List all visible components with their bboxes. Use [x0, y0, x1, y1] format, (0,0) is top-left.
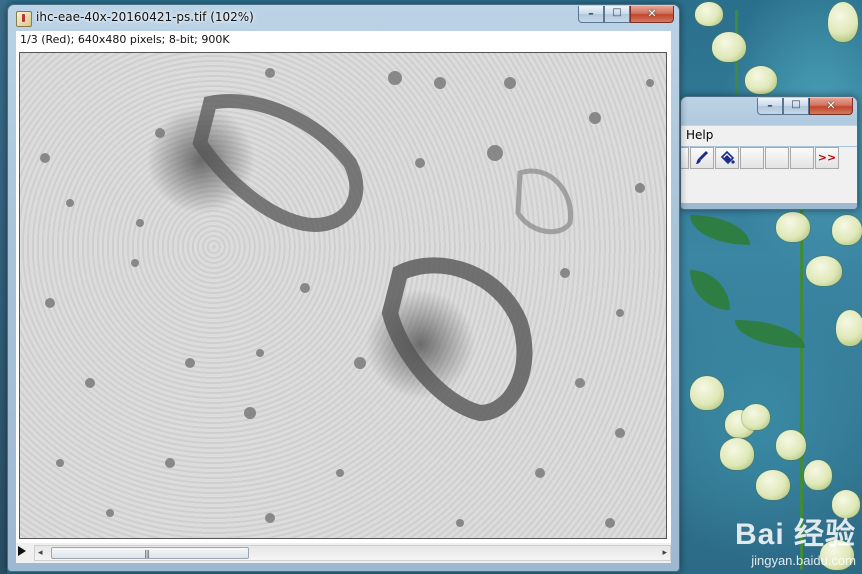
flood-fill-icon — [720, 150, 735, 165]
minimize-button[interactable]: – — [757, 98, 783, 115]
window-title: ihc-eae-40x-20160421-ps.tif (102%) — [36, 10, 254, 24]
flower — [712, 32, 746, 62]
flower — [836, 310, 862, 346]
minimize-button[interactable]: – — [578, 6, 604, 23]
flower — [690, 376, 724, 410]
tool-partial[interactable] — [681, 147, 689, 169]
paintbrush-tool[interactable] — [690, 147, 714, 169]
paintbrush-icon — [696, 151, 708, 164]
horizontal-scrollbar[interactable]: ◂ ||| ▸ — [34, 545, 671, 561]
play-icon[interactable] — [18, 546, 26, 556]
more-tools-icon: >> — [817, 151, 837, 164]
scroll-grip: ||| — [144, 549, 150, 558]
watermark-brand: Bai 经验 — [734, 518, 856, 551]
minimize-icon: – — [767, 99, 773, 112]
maximize-button[interactable]: □ — [604, 6, 630, 23]
watermark-url: jingyan.baidu.com — [751, 553, 856, 568]
flower — [828, 2, 858, 42]
caption-buttons: – □ ✕ — [757, 98, 853, 117]
canvas-area — [16, 49, 671, 543]
baidu-watermark: Bai 经验 jingyan.baidu.com — [735, 509, 856, 568]
titlebar[interactable]: – □ ✕ — [681, 97, 857, 123]
scroll-thumb[interactable]: ||| — [51, 547, 249, 559]
close-button[interactable]: ✕ — [809, 98, 853, 115]
leaf — [690, 270, 730, 310]
flower — [742, 404, 770, 430]
maximize-button[interactable]: □ — [783, 98, 809, 115]
flower — [776, 430, 806, 460]
more-tools-button[interactable]: >> — [815, 147, 839, 169]
empty-tool-slot[interactable] — [765, 147, 789, 169]
image-info: 1/3 (Red); 640x480 pixels; 8-bit; 900K — [16, 31, 671, 49]
maximize-icon: □ — [612, 7, 622, 18]
bottom-bar: ◂ ||| ▸ — [16, 543, 671, 563]
close-icon: ✕ — [826, 99, 836, 112]
image-window[interactable]: ihc-eae-40x-20160421-ps.tif (102%) – □ ✕… — [7, 4, 680, 572]
flower — [832, 215, 862, 245]
flower — [776, 212, 810, 242]
flower — [745, 66, 777, 94]
flower — [695, 2, 723, 26]
leaf — [735, 320, 805, 348]
close-button[interactable]: ✕ — [630, 6, 674, 23]
flower — [756, 470, 790, 500]
maximize-icon: □ — [791, 99, 801, 110]
flower — [806, 256, 842, 286]
tool-buttons: >> — [681, 147, 857, 171]
micrograph-image[interactable] — [19, 52, 667, 539]
tissue-structures — [40, 68, 654, 528]
empty-tool-slot[interactable] — [790, 147, 814, 169]
menu-help[interactable]: Help — [686, 128, 713, 142]
caption-buttons: – □ ✕ — [578, 6, 674, 25]
titlebar[interactable]: ihc-eae-40x-20160421-ps.tif (102%) – □ ✕ — [8, 5, 679, 31]
java-app-icon — [16, 11, 32, 27]
flower — [804, 460, 832, 490]
close-icon: ✕ — [647, 7, 657, 20]
flower — [720, 438, 754, 470]
scroll-left-icon[interactable]: ◂ — [38, 548, 43, 558]
minimize-icon: – — [588, 7, 594, 20]
scroll-right-icon[interactable]: ▸ — [662, 548, 667, 558]
imagej-toolbar-window[interactable]: – □ ✕ Help >> — [680, 96, 858, 210]
menu-bar: Help — [681, 125, 857, 146]
leaf — [690, 215, 750, 245]
status-area — [681, 171, 857, 203]
empty-tool-slot[interactable] — [740, 147, 764, 169]
flood-fill-tool[interactable] — [715, 147, 739, 169]
background-window-edge — [0, 0, 7, 574]
